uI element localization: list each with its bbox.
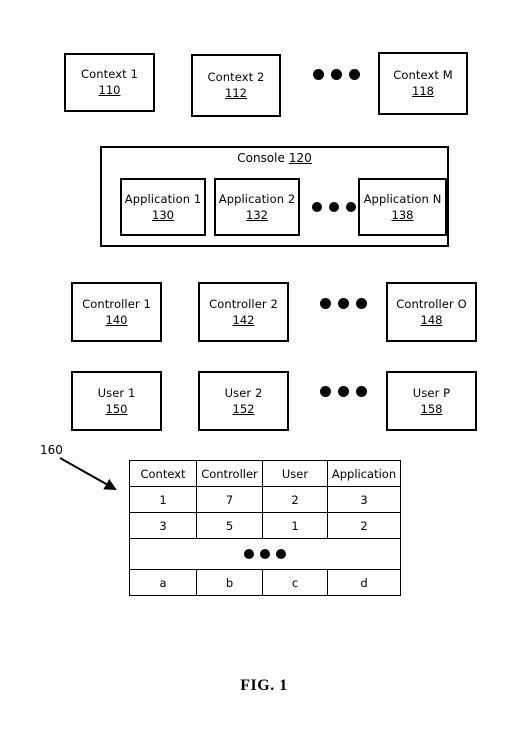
user-row-ellipsis-icon (320, 386, 367, 397)
mapping-table: Context Controller User Application 1 7 … (129, 460, 401, 596)
table-cell: 1 (129, 486, 197, 513)
table-cell: 3 (327, 486, 401, 513)
console-title-number: 120 (288, 151, 312, 165)
table-row: a b c d (129, 569, 401, 596)
table-cell: 2 (327, 512, 401, 539)
application-box-2: Application 2 132 (214, 178, 300, 236)
console-row-ellipsis-icon (312, 202, 356, 212)
table-ellipsis-row (129, 538, 401, 570)
table-row: 3 5 1 2 (129, 512, 401, 539)
table-header-row: Context Controller User Application (129, 460, 401, 487)
table-cell: 5 (196, 512, 263, 539)
context-box-2-label: Context 2 (207, 70, 265, 84)
console-title: Console 120 (102, 150, 447, 166)
context-box-2-number: 112 (225, 86, 247, 100)
table-header-controller: Controller (196, 460, 263, 487)
context-box-m-label: Context M (393, 68, 453, 82)
callout-arrow-icon (59, 457, 117, 490)
application-box-2-number: 132 (246, 207, 268, 222)
table-ellipsis-cell (129, 538, 401, 570)
context-row-ellipsis-icon (313, 69, 360, 80)
user-box-p: User P 158 (386, 371, 477, 431)
table-cell: 3 (129, 512, 197, 539)
controller-box-2-number: 142 (232, 312, 255, 327)
controller-box-1: Controller 1 140 (71, 282, 162, 342)
context-box-1-label: Context 1 (81, 67, 138, 81)
user-box-1-number: 150 (105, 401, 128, 416)
table-header-context: Context (129, 460, 197, 487)
user-box-2-number: 152 (232, 401, 255, 416)
user-box-p-label: User P (412, 385, 451, 400)
controller-box-o: Controller O 148 (386, 282, 477, 342)
table-row: 1 7 2 3 (129, 486, 401, 513)
controller-row-ellipsis-icon (320, 298, 367, 309)
table-cell: 2 (262, 486, 328, 513)
table-cell: d (327, 569, 401, 596)
context-box-m: Context M 118 (378, 52, 468, 115)
table-header-application: Application (327, 460, 401, 487)
application-box-n: Application N 138 (358, 178, 447, 236)
controller-box-1-label: Controller 1 (82, 296, 151, 311)
user-box-p-number: 158 (420, 401, 443, 416)
table-ellipsis-icon (130, 539, 400, 569)
user-box-2-label: User 2 (224, 385, 263, 400)
context-box-1: Context 1 110 (64, 53, 155, 112)
table-header-user: User (262, 460, 328, 487)
application-box-n-number: 138 (391, 207, 414, 222)
controller-box-o-number: 148 (420, 312, 443, 327)
user-box-2: User 2 152 (198, 371, 289, 431)
context-box-1-number: 110 (98, 83, 121, 97)
controller-box-2-label: Controller 2 (209, 296, 278, 311)
application-box-1-number: 130 (152, 207, 174, 222)
table-cell: b (196, 569, 263, 596)
table-cell: c (262, 569, 328, 596)
user-box-1: User 1 150 (71, 371, 162, 431)
console-container: Console 120 Application 1 130 Application… (100, 146, 449, 247)
console-title-label: Console (237, 151, 285, 165)
application-box-1-label: Application 1 (124, 191, 202, 206)
table-cell: 1 (262, 512, 328, 539)
figure-caption: FIG. 1 (240, 677, 288, 694)
context-box-2: Context 2 112 (191, 54, 281, 117)
application-box-n-label: Application N (363, 191, 442, 206)
user-box-1-label: User 1 (97, 385, 136, 400)
context-box-m-number: 118 (412, 84, 434, 98)
table-cell: 7 (196, 486, 263, 513)
application-box-1: Application 1 130 (120, 178, 206, 236)
table-cell: a (129, 569, 197, 596)
controller-box-1-number: 140 (105, 312, 128, 327)
controller-box-o-label: Controller O (396, 296, 467, 311)
controller-box-2: Controller 2 142 (198, 282, 289, 342)
application-box-2-label: Application 2 (218, 191, 296, 206)
